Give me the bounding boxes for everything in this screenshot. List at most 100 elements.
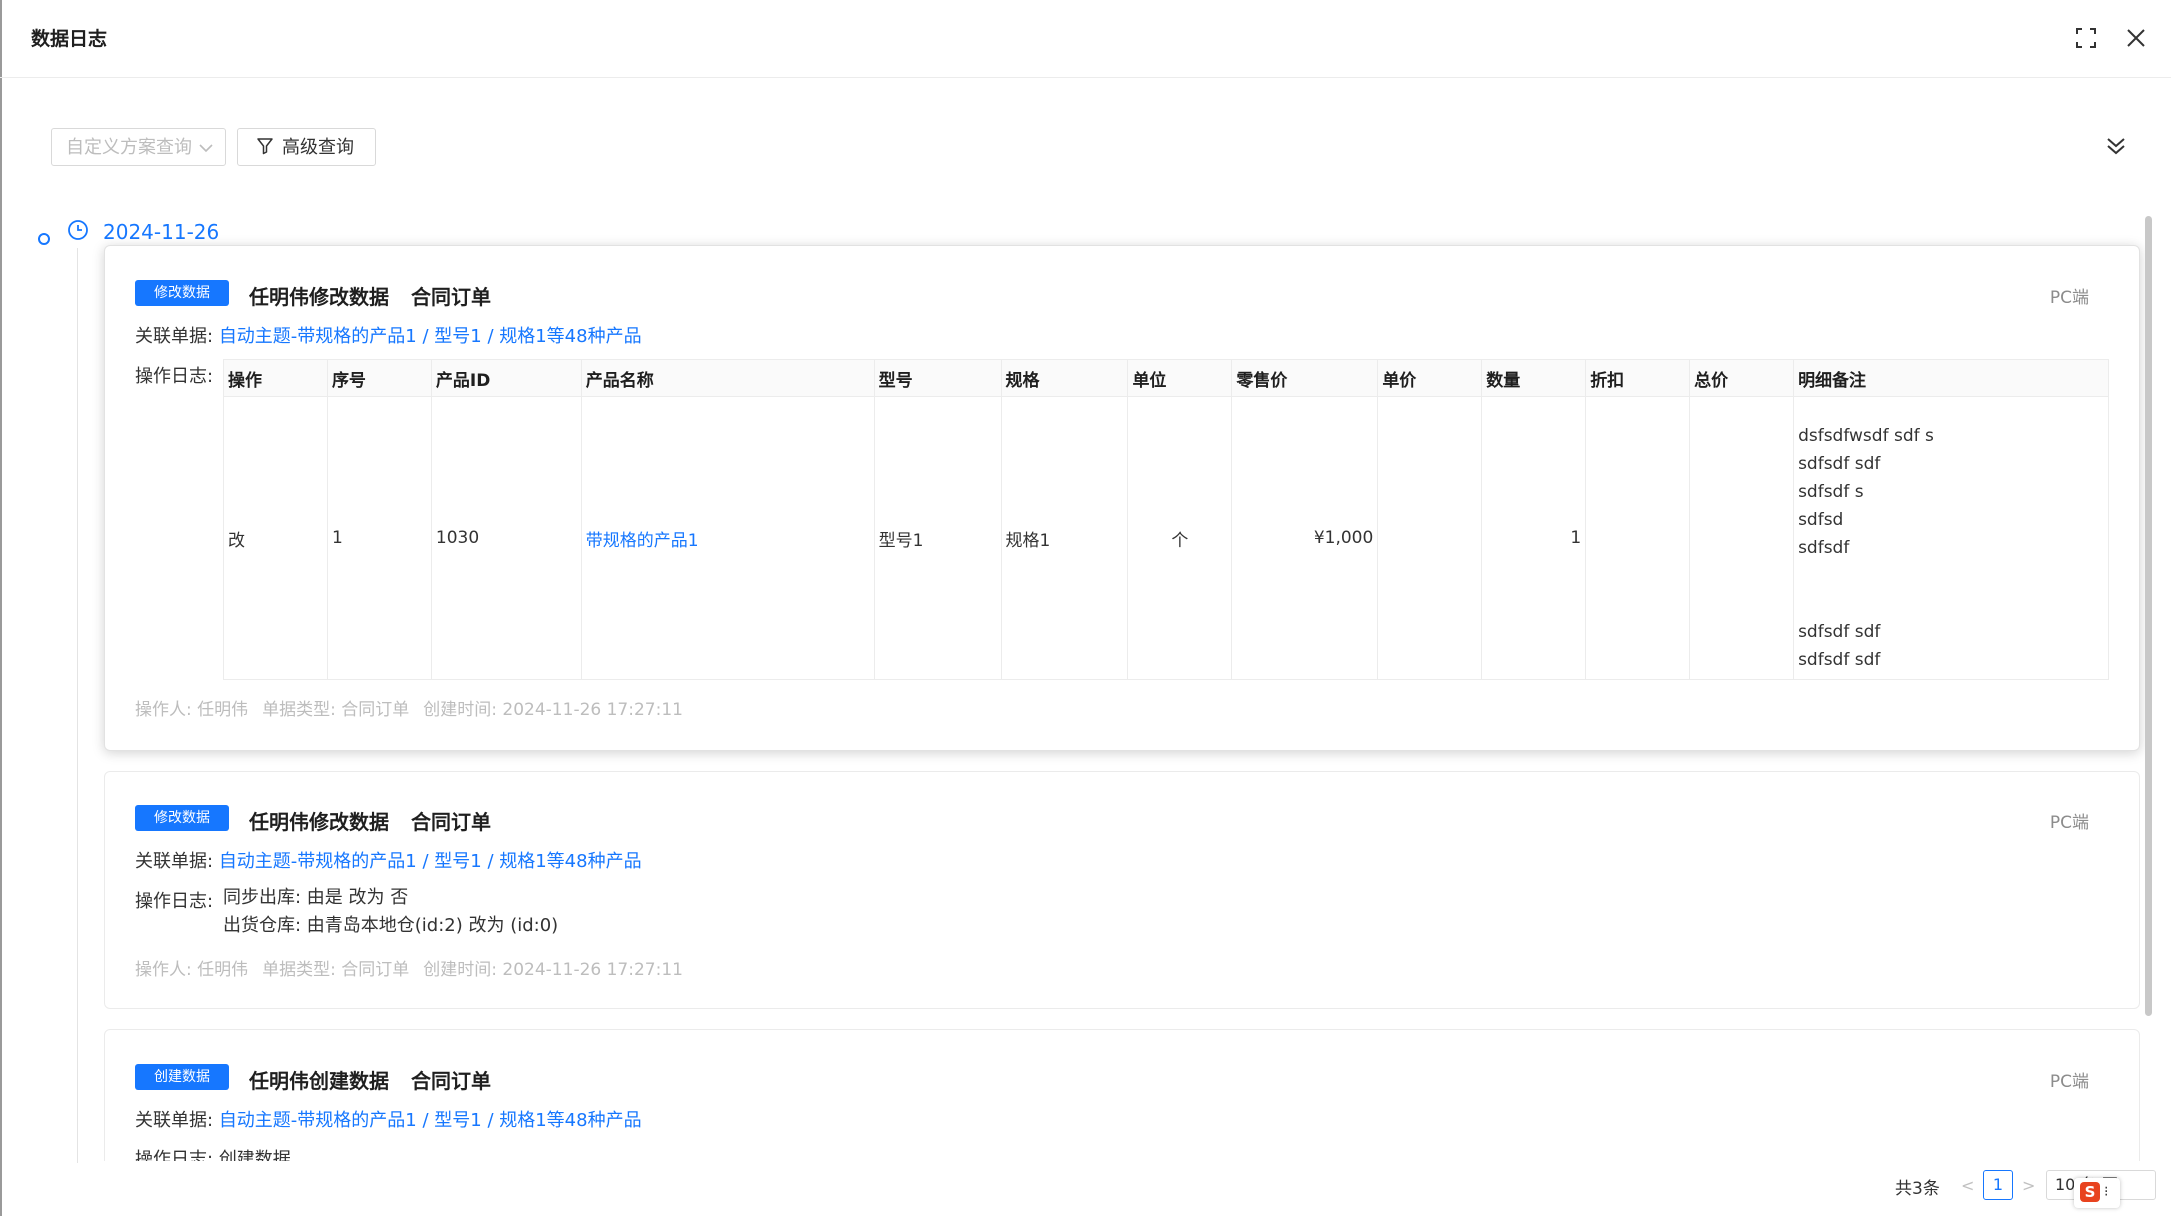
- meta-doc-type: 单据类型: 合同订单: [262, 960, 410, 980]
- card-title-doc: 合同订单: [411, 1069, 491, 1093]
- meta-doc-type: 单据类型: 合同订单: [262, 700, 410, 720]
- related-doc-link[interactable]: 自动主题-带规格的产品1 / 型号1 / 规格1等48种产品: [219, 326, 642, 347]
- close-icon[interactable]: [2120, 22, 2152, 54]
- advanced-query-button[interactable]: 高级查询: [237, 128, 376, 166]
- cell-product-id: 1030: [430, 396, 582, 680]
- column-header: 产品ID: [430, 359, 582, 397]
- card-title-main: 任明伟创建数据: [249, 1069, 389, 1093]
- advanced-query-label: 高级查询: [282, 137, 354, 158]
- card-title-main: 任明伟修改数据: [249, 810, 389, 834]
- column-header: 单价: [1377, 359, 1483, 397]
- clock-icon: [68, 220, 88, 240]
- cell-product-name-link[interactable]: 带规格的产品1: [580, 396, 875, 680]
- source-label: PC端: [2049, 813, 2089, 833]
- double-chevron-down-icon[interactable]: [2103, 133, 2129, 159]
- pagination-page-1[interactable]: 1: [1983, 1170, 2013, 1200]
- cell-retail-price: ¥1,000: [1231, 396, 1379, 680]
- operation-log-label: 操作日志:: [135, 891, 214, 912]
- card-meta: 操作人: 任明伟 单据类型: 合同订单 创建时间: 2024-11-26 17:27…: [135, 955, 697, 980]
- card-title: 任明伟创建数据 合同订单: [249, 1065, 491, 1094]
- related-doc-link[interactable]: 自动主题-带规格的产品1 / 型号1 / 规格1等48种产品: [219, 1110, 642, 1131]
- card-title-doc: 合同订单: [411, 810, 491, 834]
- related-doc-row: 关联单据: 自动主题-带规格的产品1 / 型号1 / 规格1等48种产品: [135, 1106, 642, 1132]
- cell-seq: 1: [326, 396, 432, 680]
- note-line: dsfsdfwsdf sdf s: [1798, 426, 1934, 446]
- column-header: 规格: [1000, 359, 1129, 397]
- ime-toolbar[interactable]: S ⁝: [2074, 1178, 2120, 1208]
- column-header: 明细备注: [1793, 359, 2109, 397]
- column-header: 操作: [223, 359, 328, 397]
- column-header: 零售价: [1231, 359, 1379, 397]
- log-line: 同步出库: 由是 改为 否: [223, 887, 409, 908]
- custom-plan-placeholder: 自定义方案查询: [66, 137, 192, 158]
- column-header: 序号: [326, 359, 432, 397]
- card-clip: 创建数据 任明伟创建数据 合同订单 PC端 关联单据: 自动主题-带规格的产品1 …: [104, 1029, 2140, 1161]
- log-card: 修改数据 任明伟修改数据 合同订单 PC端 关联单据: 自动主题-带规格的产品1 …: [104, 245, 2140, 751]
- operation-log-text: 创建数据: [218, 1149, 291, 1161]
- ime-more-icon: ⁝: [2104, 1184, 2109, 1200]
- column-header: 数量: [1481, 359, 1587, 397]
- operation-log-label: 操作日志:: [135, 366, 214, 387]
- action-badge: 修改数据: [135, 280, 229, 306]
- card-title: 任明伟修改数据 合同订单: [249, 281, 491, 310]
- operation-log-content: 同步出库: 由是 改为 否 出货仓库: 由青岛本地仓(id:2) 改为 (id:…: [223, 884, 558, 940]
- log-line: 出货仓库: 由青岛本地仓(id:2) 改为 (id:0): [223, 915, 559, 936]
- vertical-scrollbar[interactable]: [2145, 216, 2152, 1016]
- cell-spec: 规格1: [1000, 396, 1129, 680]
- note-line: sdfsdf sdf: [1798, 454, 1881, 474]
- sogou-ime-icon: S: [2080, 1182, 2100, 1202]
- card-title: 任明伟修改数据 合同订单: [249, 806, 491, 835]
- cell-detail-notes: dsfsdfwsdf sdf s sdfsdf sdf sdfsdf s sdf…: [1793, 396, 2109, 680]
- modal-title: 数据日志: [31, 28, 108, 50]
- window-left-edge: [0, 0, 2, 1216]
- data-log-modal: 数据日志 自定义方案查询 高级查询 2024-11-26 修改数据 任明伟修改数…: [0, 0, 2171, 1216]
- related-doc-label: 关联单据:: [135, 326, 214, 347]
- table-header-row: 操作 序号 产品ID 产品名称 型号 规格 单位 零售价 单价 数量 折扣 总价…: [223, 359, 2109, 397]
- cell-model: 型号1: [873, 396, 1002, 680]
- note-line: sdfsd: [1798, 510, 1844, 530]
- action-badge: 创建数据: [135, 1064, 229, 1090]
- custom-plan-select[interactable]: 自定义方案查询: [51, 128, 226, 166]
- pagination-total: 共3条: [1895, 1179, 1940, 1199]
- column-header: 折扣: [1585, 359, 1691, 397]
- cell-quantity: 1: [1481, 396, 1587, 680]
- related-doc-link[interactable]: 自动主题-带规格的产品1 / 型号1 / 规格1等48种产品: [219, 851, 642, 872]
- operation-log-row: 操作日志: 创建数据: [135, 1145, 291, 1161]
- operation-log-label: 操作日志:: [135, 1149, 214, 1161]
- operation-log-table: 操作 序号 产品ID 产品名称 型号 规格 单位 零售价 单价 数量 折扣 总价…: [223, 359, 2109, 680]
- timeline-dot: [38, 233, 50, 245]
- cell-unit: 个: [1127, 396, 1233, 680]
- meta-created-time: 创建时间: 2024-11-26 17:27:11: [423, 700, 683, 720]
- note-line: [1798, 562, 2104, 590]
- card-title-main: 任明伟修改数据: [249, 285, 389, 309]
- meta-operator: 操作人: 任明伟: [135, 960, 249, 980]
- cell-operation: 改: [223, 396, 328, 680]
- note-line: sdfsdf sdf: [1798, 650, 1881, 670]
- column-header: 产品名称: [580, 359, 875, 397]
- card-title-doc: 合同订单: [411, 285, 491, 309]
- note-line: sdfsdf sdf: [1798, 622, 1881, 642]
- fullscreen-icon[interactable]: [2070, 22, 2102, 54]
- pagination-next[interactable]: >: [2022, 1176, 2035, 1195]
- source-label: PC端: [2049, 1072, 2089, 1092]
- note-line: sdfsdf s: [1798, 482, 1864, 502]
- chevron-down-icon: [199, 144, 213, 153]
- table-row: 改 1 1030 带规格的产品1 型号1 规格1 个 ¥1,000 1 dsfs…: [223, 396, 2109, 680]
- timeline-date: 2024-11-26: [103, 220, 220, 244]
- column-header: 型号: [873, 359, 1002, 397]
- log-card: 创建数据 任明伟创建数据 合同订单 PC端 关联单据: 自动主题-带规格的产品1 …: [104, 1029, 2140, 1161]
- card-meta: 操作人: 任明伟 单据类型: 合同订单 创建时间: 2024-11-26 17:27…: [135, 695, 697, 720]
- related-doc-row: 关联单据: 自动主题-带规格的产品1 / 型号1 / 规格1等48种产品: [135, 847, 642, 873]
- related-doc-label: 关联单据:: [135, 1110, 214, 1131]
- modal-header: 数据日志: [0, 0, 2171, 78]
- related-doc-label: 关联单据:: [135, 851, 214, 872]
- pagination-prev[interactable]: <: [1961, 1176, 1974, 1195]
- cell-unit-price: [1377, 396, 1483, 680]
- log-card: 修改数据 任明伟修改数据 合同订单 PC端 关联单据: 自动主题-带规格的产品1 …: [104, 771, 2140, 1009]
- meta-operator: 操作人: 任明伟: [135, 700, 249, 720]
- note-line: sdfsdf: [1798, 538, 1850, 558]
- source-label: PC端: [2049, 288, 2089, 308]
- filter-icon: [257, 138, 273, 155]
- meta-created-time: 创建时间: 2024-11-26 17:27:11: [423, 960, 683, 980]
- cell-total: [1689, 396, 1795, 680]
